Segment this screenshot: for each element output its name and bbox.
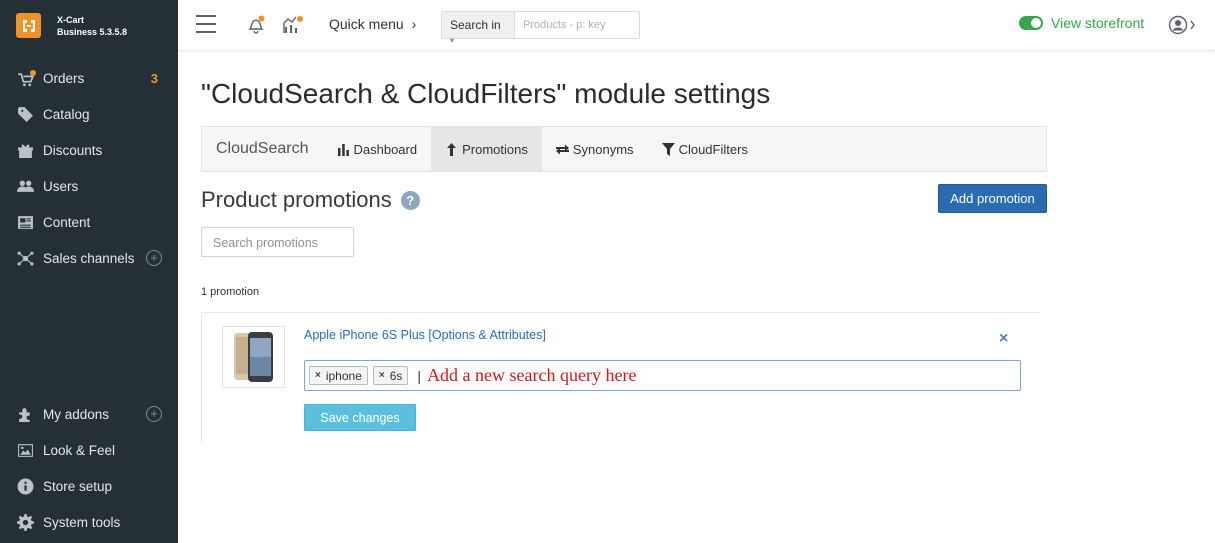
brand-name: X-Cart — [57, 14, 85, 25]
query-tag: × 6s — [372, 366, 409, 385]
add-sales-channel-button[interactable]: + — [146, 250, 162, 266]
arrow-up-icon — [447, 142, 457, 156]
remove-tag-icon[interactable]: × — [379, 370, 385, 381]
module-tabs: CloudSearch Dashboard Promotions Synonym… — [201, 126, 1047, 172]
remove-promotion-icon[interactable]: × — [999, 330, 1008, 348]
add-query-hint: Add a new search query here — [427, 365, 637, 385]
tag-text: 6s — [389, 368, 403, 383]
quick-menu-button[interactable]: Quick menu › — [329, 16, 416, 32]
storefront-toggle-icon[interactable] — [1019, 16, 1043, 30]
sidebar-item-label: Users — [43, 178, 79, 194]
global-search-input[interactable]: Products - p: key — [515, 12, 639, 38]
tab-dashboard[interactable]: Dashboard — [323, 127, 432, 171]
tab-promotions[interactable]: Promotions — [431, 127, 542, 171]
search-query-tags-input[interactable]: × iphone × 6s | Add a new search query h… — [304, 360, 1021, 391]
user-menu-icon[interactable] — [1168, 15, 1198, 38]
query-tag: × iphone — [309, 366, 368, 385]
tab-label: CloudFilters — [678, 141, 748, 157]
promotion-count: 1 promotion — [201, 286, 260, 298]
exchange-icon — [555, 144, 569, 154]
section-title: Product promotions ? — [201, 187, 420, 213]
promotion-card: Apple iPhone 6S Plus [Options & Attribut… — [201, 312, 1040, 442]
sidebar-item-sales-channels[interactable]: Sales channels + — [0, 243, 178, 273]
sidebar-item-label: Store setup — [43, 478, 113, 494]
tab-synonyms[interactable]: Synonyms — [542, 127, 648, 171]
puzzle-icon — [16, 405, 34, 423]
users-icon — [16, 177, 34, 195]
iphone-image-icon — [234, 332, 273, 382]
tabs-brand-label: CloudSearch — [216, 140, 309, 157]
text-cursor: | — [417, 367, 422, 384]
brand[interactable]: X-Cart Business 5.3.5.8 — [0, 0, 178, 51]
sidebar-item-label: Content — [43, 214, 91, 230]
sidebar-item-users[interactable]: Users — [0, 171, 178, 201]
orders-count-badge: 3 — [150, 70, 158, 86]
tab-label: Dashboard — [353, 141, 418, 157]
gift-icon — [16, 141, 34, 159]
sidebar-item-label: My addons — [43, 406, 110, 422]
sidebar-item-label: Catalog — [43, 106, 90, 122]
sidebar-item-store-setup[interactable]: Store setup — [0, 471, 178, 501]
brand-edition: Business 5.3.5.8 — [57, 26, 128, 37]
caret-down-icon: ▾ — [450, 36, 455, 45]
sidebar-item-label: Look & Feel — [43, 442, 116, 458]
sidebar-item-content[interactable]: Content — [0, 207, 178, 237]
network-icon — [16, 249, 34, 267]
save-changes-button[interactable]: Save changes — [304, 404, 416, 431]
bar-chart-icon — [337, 143, 349, 156]
sidebar-item-label: Orders — [43, 70, 85, 86]
image-icon — [16, 441, 34, 459]
sidebar-item-orders[interactable]: Orders 3 — [0, 63, 178, 93]
sidebar-item-label: Discounts — [43, 142, 103, 158]
stats-icon[interactable] — [282, 15, 304, 38]
page-title: "CloudSearch & CloudFilters" module sett… — [201, 78, 771, 109]
top-bar: Quick menu › Search in ▾ Products - p: k… — [178, 0, 1215, 51]
product-link[interactable]: Apple iPhone 6S Plus [Options & Attribut… — [304, 328, 546, 342]
quick-menu-label: Quick menu — [329, 16, 404, 32]
add-promotion-button[interactable]: Add promotion — [938, 184, 1047, 213]
global-search: Search in ▾ Products - p: key — [441, 11, 640, 45]
sidebar-item-label: System tools — [43, 514, 121, 530]
bell-icon[interactable] — [246, 15, 266, 38]
tag-icon — [16, 105, 34, 123]
newspaper-icon — [16, 213, 34, 231]
orders-notification-dot — [30, 70, 36, 76]
section-title-text: Product promotions — [201, 187, 392, 212]
search-promotions-input[interactable]: Search promotions — [201, 227, 354, 257]
chevron-right-icon: › — [411, 16, 417, 32]
info-icon — [16, 477, 34, 495]
search-in-dropdown[interactable]: Search in ▾ — [442, 12, 515, 45]
sidebar-item-system-tools[interactable]: System tools — [0, 507, 178, 537]
storefront-label: View storefront — [1051, 15, 1145, 31]
product-thumbnail — [222, 326, 285, 388]
sidebar-item-discounts[interactable]: Discounts — [0, 135, 178, 165]
add-addon-button[interactable]: + — [146, 406, 162, 422]
tag-text: iphone — [325, 368, 362, 383]
tab-label: Synonyms — [572, 141, 634, 157]
remove-tag-icon[interactable]: × — [315, 370, 321, 381]
brand-text: X-Cart Business 5.3.5.8 — [57, 14, 127, 38]
xcart-logo-icon — [16, 13, 41, 38]
tab-label: Promotions — [462, 141, 528, 157]
sidebar-item-label: Sales channels — [43, 250, 135, 266]
sidebar-item-look-and-feel[interactable]: Look & Feel — [0, 435, 178, 465]
gear-icon — [16, 513, 34, 531]
filter-icon — [661, 142, 675, 156]
sidebar-item-catalog[interactable]: Catalog — [0, 99, 178, 129]
search-in-label: Search in — [450, 18, 501, 32]
help-icon[interactable]: ? — [400, 190, 420, 210]
view-storefront-link[interactable]: View storefront — [1019, 15, 1144, 31]
menu-toggle-icon[interactable] — [196, 15, 216, 33]
sidebar: X-Cart Business 5.3.5.8 Orders 3 Catalog… — [0, 0, 178, 543]
sidebar-item-my-addons[interactable]: My addons + — [0, 399, 178, 429]
tab-cloudfilters[interactable]: CloudFilters — [648, 127, 762, 171]
